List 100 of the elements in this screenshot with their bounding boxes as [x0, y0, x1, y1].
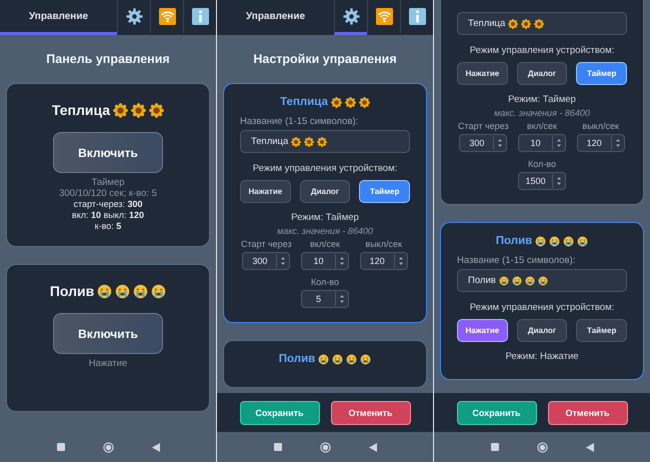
timer-detail: вкл: 10 выкл: 120	[72, 210, 144, 221]
crying-face-icon	[318, 354, 330, 364]
crying-face-icon	[538, 276, 548, 286]
number-field[interactable]: 5	[301, 290, 349, 308]
sunflower-icon	[317, 136, 328, 146]
tab[interactable]: Управление	[0, 0, 117, 35]
timer-detail: к-во: 5	[94, 221, 122, 232]
mode-button[interactable]: Диалог	[516, 319, 568, 342]
home-nav-icon[interactable]	[536, 442, 548, 452]
square-nav-icon[interactable]	[56, 443, 64, 451]
mode-status: Режим: Нажатие	[504, 351, 580, 362]
number-field-label: выкл/сек	[365, 239, 402, 249]
mode-button[interactable]: Таймер	[359, 180, 410, 203]
sunflower-icon	[131, 102, 146, 118]
number-field-label: Кол-во	[528, 159, 556, 169]
square-nav-icon[interactable]	[274, 443, 282, 451]
mode-button[interactable]: Диалог	[300, 180, 350, 203]
number-field[interactable]: 10	[518, 134, 566, 152]
sunflower-icon	[304, 136, 314, 146]
crying-face-icon	[360, 354, 372, 364]
sunflower-icon	[344, 96, 356, 108]
sunflower-icon	[508, 18, 518, 28]
max-value-hint: макс. значения - 86400	[493, 108, 591, 118]
crying-face-icon	[563, 236, 574, 246]
crying-face-icon	[535, 236, 546, 246]
info-icon	[408, 8, 426, 24]
name-field[interactable]: Теплица	[240, 130, 410, 153]
mode-button[interactable]: Нажатие	[457, 319, 508, 342]
square-nav-icon[interactable]	[490, 443, 498, 451]
number-field[interactable]: 300	[242, 252, 290, 270]
page-title: Панель управления	[45, 52, 171, 66]
sunflower-icon	[291, 136, 302, 146]
mode-label: Таймер	[91, 177, 125, 188]
sunflower-icon	[358, 96, 370, 108]
name-field[interactable]: Теплица	[457, 12, 627, 35]
device-name: Полив	[496, 235, 532, 247]
home-nav-icon[interactable]	[102, 442, 114, 452]
max-value-hint: макс. значения - 86400	[276, 226, 374, 236]
crying-face-icon	[512, 276, 522, 286]
info-icon	[192, 8, 208, 24]
timer-detail: старт-через: 300	[73, 199, 143, 210]
mode-status: Режим: Таймер	[290, 212, 360, 223]
name-field-label: Название (1-15 символов):	[240, 116, 360, 127]
device-name: Теплица	[280, 96, 328, 108]
number-field-label: Старт через	[241, 239, 292, 249]
sunflower-icon	[113, 102, 128, 118]
number-field[interactable]: 120	[360, 252, 408, 270]
crying-face-icon	[332, 354, 344, 364]
mode-button[interactable]: Таймер	[576, 62, 628, 85]
page-title: Настройки управления	[252, 52, 398, 66]
sunflower-icon	[330, 96, 342, 108]
number-field[interactable]: 10	[300, 252, 349, 270]
tab[interactable]: Управление	[217, 0, 334, 35]
number-field-label: Старт через	[458, 121, 509, 131]
crying-face-icon	[577, 236, 588, 246]
device-name: Полив	[50, 283, 94, 299]
number-field[interactable]: 300	[459, 134, 508, 152]
mode-button[interactable]: Нажатие	[457, 62, 508, 85]
sunflower-icon	[521, 18, 532, 28]
back-nav-icon[interactable]	[368, 442, 376, 452]
number-field[interactable]: 1500	[518, 172, 566, 190]
device-name: Полив	[278, 353, 316, 365]
number-field-label: вкл/сек	[310, 239, 340, 249]
name-field-label: Название (1-15 символов):	[457, 255, 576, 266]
crying-face-icon	[346, 354, 358, 364]
sunflower-icon	[149, 102, 164, 118]
number-field[interactable]: 120	[576, 134, 625, 152]
mode-heading: Режим управления устройством:	[468, 45, 616, 56]
mode-heading: Режим управления устройством:	[252, 163, 398, 174]
mode-heading: Режим управления устройством:	[468, 302, 616, 313]
cancel-button[interactable]: Отменить	[548, 400, 628, 424]
gear-tab[interactable]	[334, 0, 367, 35]
enable-button[interactable]: Включить	[53, 313, 163, 354]
mode-button[interactable]: Нажатие	[240, 180, 291, 203]
wifi-icon	[376, 8, 392, 24]
name-field[interactable]: Полив	[457, 269, 627, 292]
crying-face-icon	[151, 284, 166, 298]
number-field-label: вкл/сек	[526, 121, 557, 131]
device-name: Теплица	[52, 102, 110, 118]
mode-label: Нажатие	[88, 358, 128, 369]
enable-button[interactable]: Включить	[53, 132, 163, 173]
cancel-button[interactable]: Отменить	[330, 400, 410, 424]
crying-face-icon	[524, 276, 535, 286]
crying-face-icon	[498, 276, 509, 286]
number-field-label: Кол-во	[311, 277, 339, 287]
mode-button[interactable]: Диалог	[516, 62, 568, 85]
wifi-icon	[158, 8, 176, 24]
crying-face-icon	[133, 284, 148, 298]
mode-status: Режим: Таймер	[507, 94, 577, 105]
back-nav-icon[interactable]	[586, 442, 594, 452]
crying-face-icon	[97, 284, 112, 298]
timer-summary: 300/10/120 сек; к-во: 5	[59, 188, 157, 199]
sunflower-icon	[534, 18, 544, 28]
crying-face-icon	[115, 284, 130, 298]
home-nav-icon[interactable]	[320, 442, 330, 452]
gear-icon	[126, 8, 142, 24]
number-field-label: выкл/сек	[582, 121, 619, 131]
mode-button[interactable]: Таймер	[576, 319, 628, 342]
back-nav-icon[interactable]	[152, 442, 160, 452]
crying-face-icon	[549, 236, 560, 246]
